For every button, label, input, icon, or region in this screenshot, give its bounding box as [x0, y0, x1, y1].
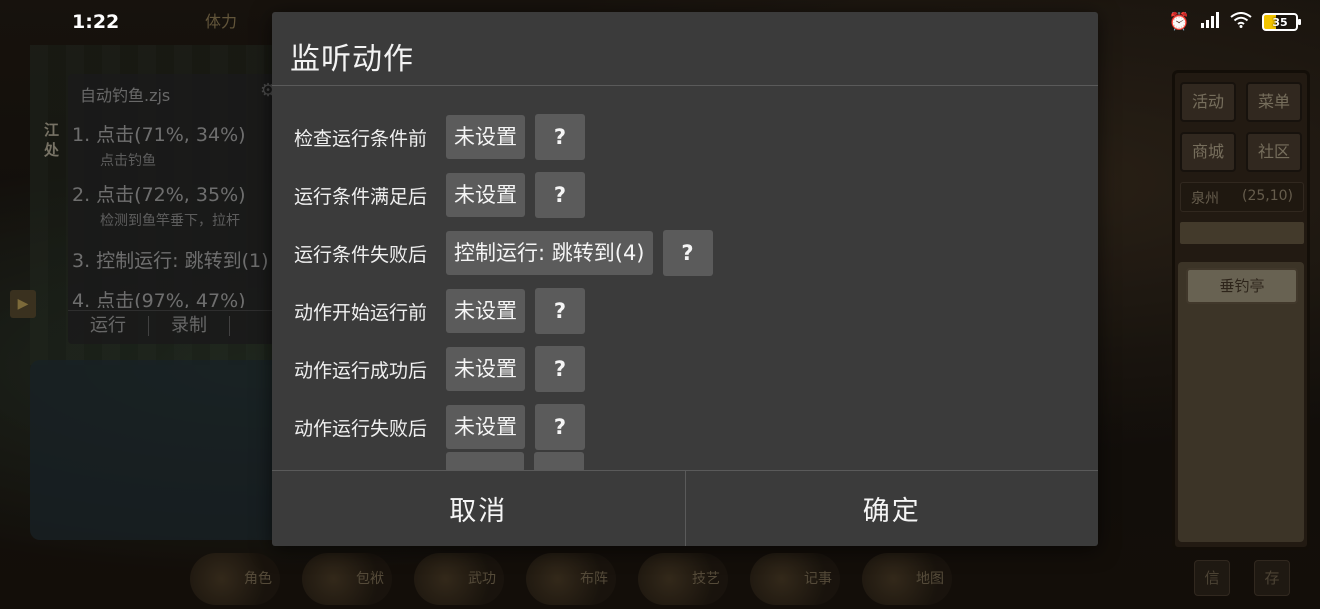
dialog-actions: 取消 确定	[272, 471, 1098, 546]
hook-value-button[interactable]: 控制运行: 跳转到(4)	[446, 231, 653, 275]
help-button[interactable]: ?	[535, 346, 585, 392]
hook-row: 运行条件满足后 未设置 ?	[294, 172, 585, 218]
hook-label: 动作运行成功后	[294, 359, 428, 382]
cancel-button[interactable]: 取消	[272, 471, 685, 546]
hook-value-button[interactable]: 未设置	[446, 347, 525, 391]
status-time: 1:22	[72, 11, 120, 33]
signal-icon	[1200, 11, 1220, 33]
hook-row: 运行条件失败后 控制运行: 跳转到(4) ?	[294, 230, 713, 276]
hook-row: 动作开始运行前 未设置 ?	[294, 288, 585, 334]
wifi-icon	[1230, 11, 1252, 33]
hook-label: 动作开始运行前	[294, 301, 428, 324]
alarm-icon: ⏰	[1168, 12, 1190, 32]
help-button[interactable]: ?	[535, 172, 585, 218]
hook-label: 动作运行失败后	[294, 417, 428, 440]
hook-value-button[interactable]: 未设置	[446, 173, 525, 217]
hook-value-button[interactable]: 未设置	[446, 115, 525, 159]
listen-actions-dialog: 监听动作 检查运行条件前 未设置 ? 运行条件满足后 未设置 ? 运行条件失败后…	[272, 12, 1098, 546]
hook-value-button[interactable]: 未设置	[446, 405, 525, 449]
dialog-content[interactable]: 检查运行条件前 未设置 ? 运行条件满足后 未设置 ? 运行条件失败后 控制运行…	[272, 86, 1098, 470]
hook-row: 动作运行成功后 未设置 ?	[294, 346, 585, 392]
hook-label: 运行条件满足后	[294, 185, 428, 208]
dialog-title: 监听动作	[290, 42, 414, 77]
help-button[interactable]: ?	[535, 114, 585, 160]
hook-label: 运行条件失败后	[294, 243, 428, 266]
confirm-button[interactable]: 确定	[684, 471, 1099, 546]
hook-value-button[interactable]: 未设置	[446, 289, 525, 333]
battery-level: 35	[1272, 15, 1288, 29]
help-button[interactable]	[534, 452, 584, 470]
hook-row: 检查运行条件前 未设置 ?	[294, 114, 585, 160]
help-button[interactable]: ?	[662, 230, 713, 276]
help-button[interactable]: ?	[535, 404, 585, 450]
hook-value-button[interactable]	[446, 452, 524, 470]
status-icons: ⏰ 35	[1168, 11, 1301, 33]
hook-label: 检查运行条件前	[294, 127, 428, 150]
hook-row: 动作运行失败后 未设置 ?	[294, 404, 585, 450]
battery-icon: 35	[1262, 13, 1301, 31]
help-button[interactable]: ?	[535, 288, 585, 334]
